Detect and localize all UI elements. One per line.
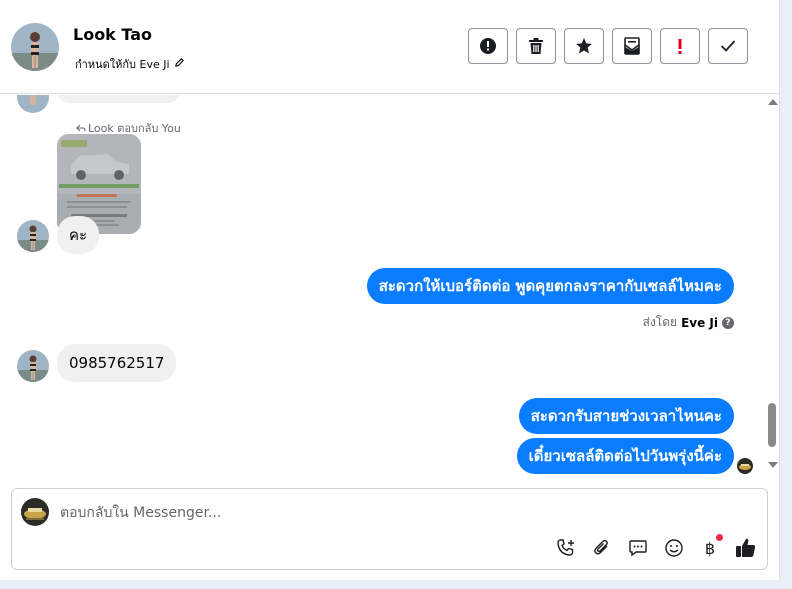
message-text: สะดวกให้เบอร์ติดต่อ พูดคุยตกลงราคากับเซล… [378,277,722,295]
contact-avatar-small [17,220,49,252]
delete-button[interactable] [516,28,556,64]
sent-by-prefix: ส่งโดย [642,315,678,329]
composer-tools: ฿ [555,534,757,559]
message-bubble-outgoing[interactable]: สะดวกรับสายช่วงเวลาไหนคะ [518,398,734,434]
pencil-icon[interactable] [174,57,185,71]
star-button[interactable] [564,28,604,64]
sent-by: ส่งโดย Eve Ji ? [643,313,734,332]
envelope-icon [624,37,640,55]
chat-scrollbar[interactable] [764,95,780,475]
header-actions [468,28,748,64]
contact-avatar-small [17,95,49,113]
emoji-icon[interactable] [663,537,685,559]
message-bubble-incoming[interactable]: คะ [57,216,100,254]
reply-input[interactable] [60,503,700,523]
phone-plus-icon[interactable] [555,537,577,559]
star-icon [576,38,592,54]
mark-unread-button[interactable] [612,28,652,64]
alert-circle-icon [480,38,496,54]
spam-button[interactable] [468,28,508,64]
window-edge [780,0,792,589]
conversation-header: Look Tao กำหนดให้กับ Eve Ji [0,0,780,94]
check-icon [720,40,736,52]
scroll-thumb[interactable] [768,403,776,447]
message-bubble-outgoing[interactable]: สะดวกให้เบอร์ติดต่อ พูดคุยตกลงราคากับเซล… [366,268,734,304]
baht-icon[interactable]: ฿ [699,534,723,559]
conversation-panel: Look Tao กำหนดให้กับ Eve Ji Look ตอบกลับ… [0,0,780,580]
assigned-to-label: กำหนดให้กับ Eve Ji [75,58,170,71]
message-bubble-incoming[interactable]: 0985762517 [57,344,177,382]
thumbs-up-icon[interactable] [735,537,757,559]
message-text: สะดวกรับสายช่วงเวลาไหนคะ [530,407,722,425]
contact-avatar-small [17,350,49,382]
help-icon[interactable]: ? [722,316,734,329]
message-composer: ฿ [11,488,768,570]
trash-icon [529,38,543,54]
chat-bubble-icon[interactable] [627,537,649,559]
sent-by-name: Eve Ji [681,315,718,330]
assigned-to[interactable]: กำหนดให้กับ Eve Ji [75,55,185,73]
page-avatar [21,498,49,526]
message-bubble-incoming-previous [57,95,181,103]
seen-avatar [737,458,753,474]
notification-dot [716,534,723,541]
message-text: เดี๋ยวเซลล์ติดต่อไปวันพรุ่งนี้ค่ะ [528,447,722,465]
contact-avatar[interactable] [11,23,59,71]
scroll-down-arrow-icon[interactable] [768,462,778,468]
reply-arrow-icon [76,124,86,132]
done-button[interactable] [708,28,748,64]
window-edge-bottom [0,580,792,589]
follow-up-button[interactable] [660,28,700,64]
contact-name: Look Tao [73,25,153,44]
message-text: 0985762517 [69,354,165,372]
paperclip-icon[interactable] [591,537,613,559]
message-bubble-outgoing[interactable]: เดี๋ยวเซลล์ติดต่อไปวันพรุ่งนี้ค่ะ [516,438,734,474]
exclamation-icon [678,39,682,54]
message-text: คะ [69,226,88,244]
scroll-up-arrow-icon[interactable] [768,99,778,105]
